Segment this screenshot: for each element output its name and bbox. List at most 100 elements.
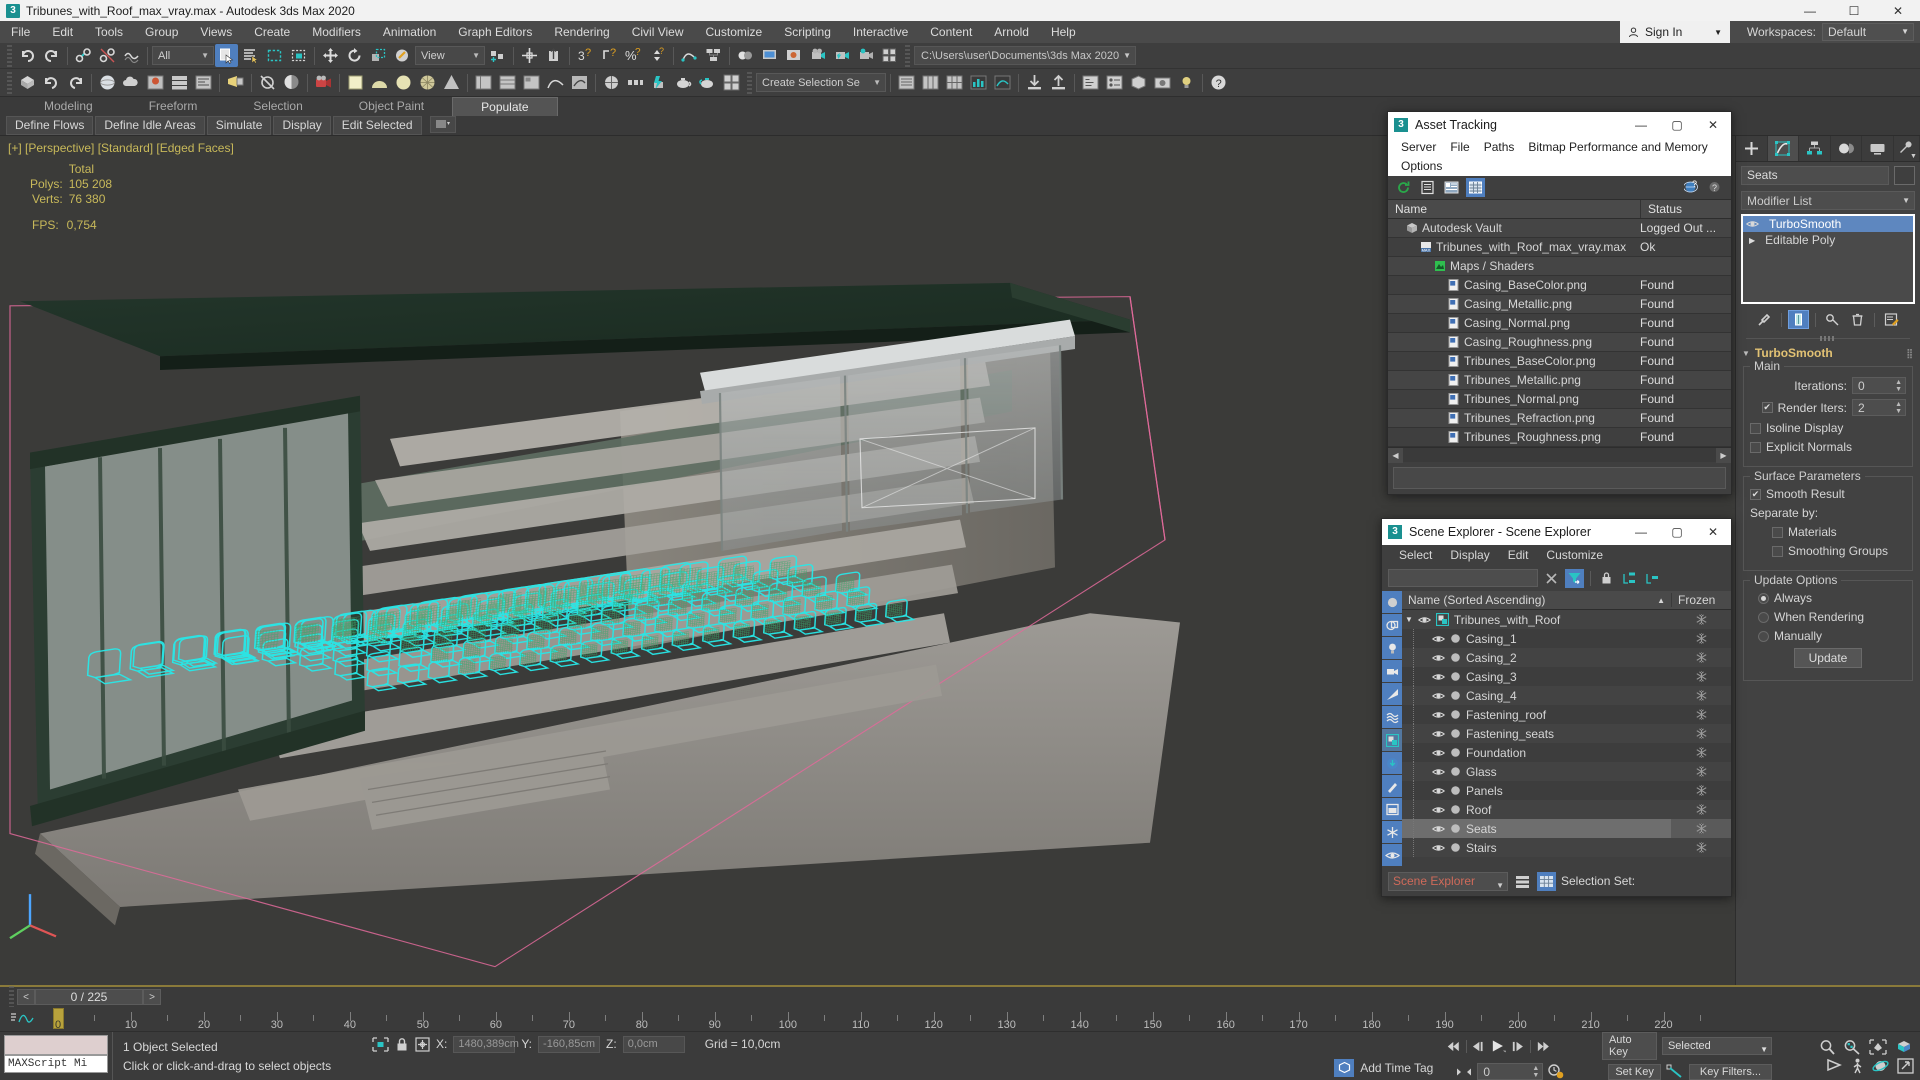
frozen-toggle-icon[interactable] <box>1671 724 1731 743</box>
schematic-view-icon[interactable] <box>702 44 725 67</box>
lock-selection-icon[interactable] <box>395 1037 409 1052</box>
time-tag-icon[interactable] <box>1334 1058 1355 1077</box>
snapshot-icon[interactable] <box>1151 71 1174 94</box>
filter-helpers-icon[interactable] <box>1382 683 1402 705</box>
maxscript-mini-listener[interactable]: MAXScript Mi <box>0 1032 112 1080</box>
explorer-grid-icon[interactable] <box>1537 871 1556 891</box>
selection-lock-region-icon[interactable] <box>372 1036 389 1052</box>
close-icon[interactable]: ✕ <box>1876 0 1920 21</box>
column-name[interactable]: Name <box>1388 200 1640 218</box>
visibility-eye-icon[interactable] <box>1432 824 1445 834</box>
frozen-toggle-icon[interactable] <box>1671 705 1731 724</box>
help-alt-icon[interactable]: ? <box>1706 178 1725 197</box>
auto-key-button[interactable]: Auto Key <box>1601 1032 1657 1060</box>
at-menu-bitmap-performance-and-memory[interactable]: Bitmap Performance and Memory <box>1521 138 1714 157</box>
detail-view-icon[interactable] <box>1442 178 1461 197</box>
material-slot-wire-icon[interactable] <box>416 71 439 94</box>
asset-tracking-window[interactable]: 3 Asset Tracking — ▢ ✕ Server File Paths Bi… <box>1387 111 1732 495</box>
scene-object-row[interactable]: Stairs <box>1402 838 1731 857</box>
x-coordinate-field[interactable]: 1480,389cm <box>453 1035 519 1053</box>
visibility-eye-icon[interactable] <box>1432 710 1445 720</box>
asset-row[interactable]: Tribunes_BaseColor.png Found <box>1388 352 1731 371</box>
scene-object-row[interactable]: Casing_2 <box>1402 648 1731 667</box>
layer-percent-icon[interactable]: %? <box>622 44 645 67</box>
ribbon-panel-define-idle-areas[interactable]: Define Idle Areas <box>95 116 205 135</box>
scene-object-row[interactable]: Casing_1 <box>1402 629 1731 648</box>
render-iterative-icon[interactable] <box>830 44 853 67</box>
asset-row[interactable]: Casing_BaseColor.png Found <box>1388 276 1731 295</box>
light-explorer-icon[interactable] <box>224 71 247 94</box>
modifier-stack-item[interactable]: ▶ Editable Poly <box>1743 232 1913 248</box>
frozen-toggle-icon[interactable] <box>1671 781 1731 800</box>
curve-graph-icon[interactable] <box>991 71 1014 94</box>
light-lister-icon[interactable] <box>1175 71 1198 94</box>
menu-animation[interactable]: Animation <box>372 21 447 43</box>
grid-cells-icon[interactable] <box>943 71 966 94</box>
filter-shapes-icon[interactable] <box>1382 614 1402 636</box>
ribbon-tab-selection[interactable]: Selection <box>225 97 330 116</box>
sign-in-button[interactable]: Sign In ▼ <box>1620 21 1730 43</box>
filter-geometry-icon[interactable] <box>1382 591 1402 613</box>
snaps-toggle-icon[interactable] <box>518 44 541 67</box>
minimize-icon[interactable]: — <box>1623 112 1659 138</box>
scene-object-row[interactable]: Glass <box>1402 762 1731 781</box>
frozen-toggle-icon[interactable] <box>1671 800 1731 819</box>
select-and-scale-icon[interactable] <box>367 44 390 67</box>
modifier-list-dropdown[interactable]: Modifier List ▼ <box>1741 191 1915 210</box>
safe-frames-icon[interactable] <box>280 71 303 94</box>
remove-modifier-icon[interactable] <box>1847 310 1868 329</box>
menu-list-icon[interactable] <box>895 71 918 94</box>
filter-groups-icon[interactable] <box>1382 729 1402 751</box>
object-color-swatch[interactable] <box>1894 166 1915 185</box>
menu-scripting[interactable]: Scripting <box>773 21 842 43</box>
ribbon-tab-modeling[interactable]: Modeling <box>16 97 121 116</box>
ribbon-tab-freeform[interactable]: Freeform <box>121 97 226 116</box>
filter-xrefs-icon[interactable] <box>1382 752 1402 774</box>
selection-filter-select[interactable]: All ▼ <box>152 46 214 65</box>
motion-paths-icon[interactable] <box>568 71 591 94</box>
se-menu-select[interactable]: Select <box>1390 545 1441 565</box>
toolbar-grip[interactable] <box>905 44 910 67</box>
isoline-display-checkbox[interactable] <box>1750 422 1761 434</box>
filter-bones-icon[interactable] <box>1382 775 1402 797</box>
menu-file[interactable]: File <box>0 21 41 43</box>
menu-civil-view[interactable]: Civil View <box>621 21 695 43</box>
frozen-toggle-icon[interactable] <box>1671 838 1731 857</box>
ribbon-panel-simulate[interactable]: Simulate <box>206 116 272 135</box>
menu-interactive[interactable]: Interactive <box>842 21 919 43</box>
maximize-icon[interactable]: ☐ <box>1832 0 1876 21</box>
visibility-eye-icon[interactable] <box>1432 748 1445 758</box>
container-icon[interactable] <box>1127 71 1150 94</box>
ribbon-panel-display[interactable]: Display <box>273 116 331 135</box>
smooth-result-checkbox[interactable]: ✔ <box>1750 488 1761 500</box>
se-menu-edit[interactable]: Edit <box>1499 545 1538 565</box>
key-mode-select[interactable]: Selected ▼ <box>1661 1037 1772 1055</box>
filter-spacewarps-icon[interactable] <box>1382 706 1402 728</box>
help-globe-icon[interactable]: ? <box>1682 178 1701 197</box>
filter-cameras-icon[interactable] <box>1382 660 1402 682</box>
asset-row[interactable]: Autodesk Vault Logged Out ... <box>1388 219 1731 238</box>
spinner-arrows-icon[interactable]: ▲ ▼ <box>1895 401 1902 415</box>
at-menu-server[interactable]: Server <box>1394 138 1443 157</box>
visibility-eye-icon[interactable] <box>1432 843 1445 853</box>
update-when-rendering-radio[interactable] <box>1758 611 1769 623</box>
use-pivot-center-icon[interactable] <box>486 44 509 67</box>
scene-explorer-window[interactable]: 3 Scene Explorer - Scene Explorer — ▢ ✕ … <box>1381 518 1732 897</box>
frozen-toggle-icon[interactable] <box>1671 629 1731 648</box>
column-status[interactable]: Status <box>1640 200 1731 218</box>
modifier-visibility-eye-icon[interactable] <box>1746 219 1759 229</box>
asset-row[interactable]: Casing_Roughness.png Found <box>1388 333 1731 352</box>
asset-row[interactable]: Maps / Shaders <box>1388 257 1731 276</box>
close-icon[interactable]: ✕ <box>1695 519 1731 545</box>
filter-icon[interactable] <box>1565 568 1584 588</box>
asset-row[interactable]: Tribunes_Normal.png Found <box>1388 390 1731 409</box>
unlink-icon[interactable] <box>96 44 119 67</box>
grid-view-icon[interactable] <box>1466 178 1485 197</box>
scene-object-row[interactable]: Panels <box>1402 781 1731 800</box>
configure-sets-icon[interactable] <box>1881 310 1902 329</box>
maxscript-output[interactable] <box>4 1035 108 1055</box>
column-name[interactable]: Name (Sorted Ascending) <box>1402 593 1657 607</box>
menu-customize[interactable]: Customize <box>695 21 774 43</box>
scene-explorer-list[interactable]: Name (Sorted Ascending) ▲ Frozen ▼ Tribun… <box>1402 591 1731 866</box>
asset-row[interactable]: Tribunes_Roughness.png Found <box>1388 428 1731 447</box>
